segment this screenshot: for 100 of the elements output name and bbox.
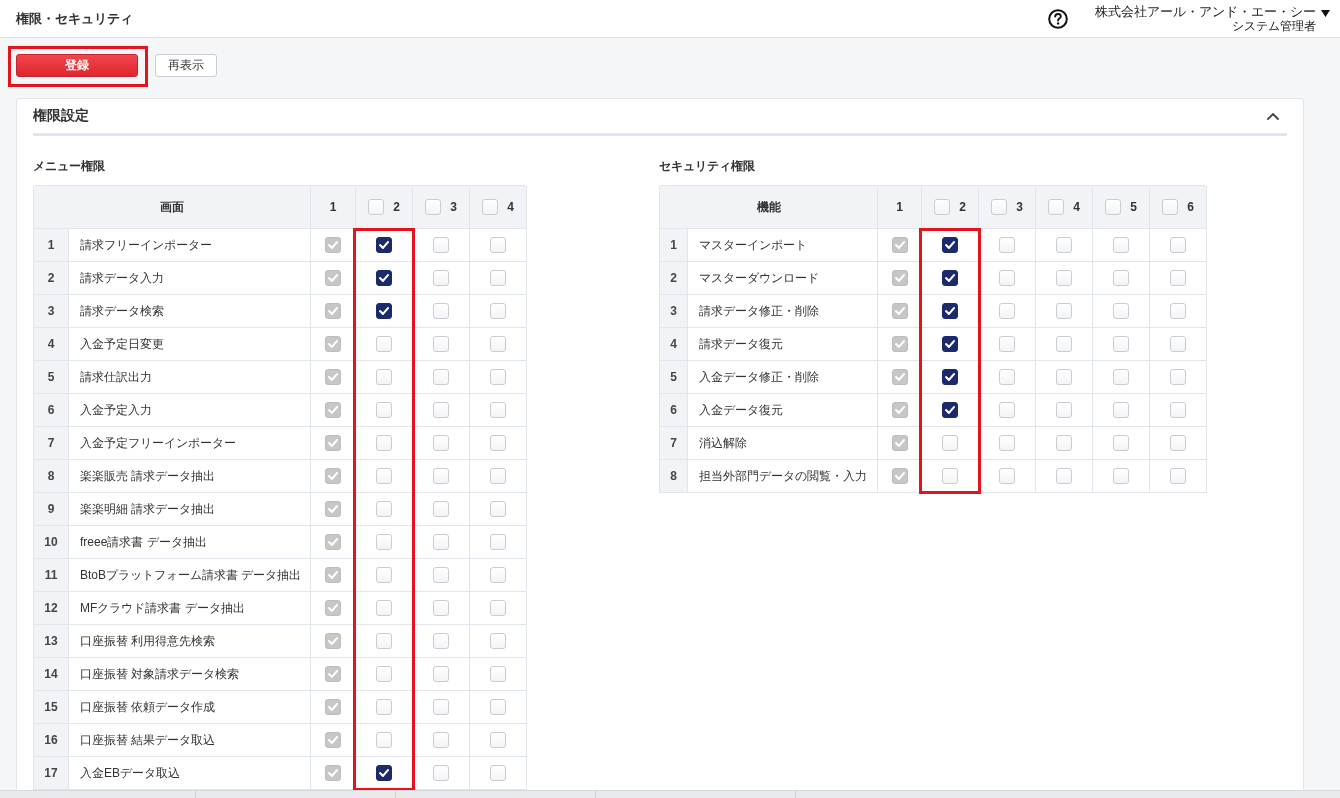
checkbox[interactable] — [942, 336, 958, 352]
column-header: 画面 — [34, 186, 311, 229]
header-checkbox[interactable] — [482, 199, 499, 215]
row-number: 15 — [34, 691, 69, 724]
row-number: 11 — [34, 559, 69, 592]
row-number: 5 — [660, 361, 688, 394]
row-number: 5 — [34, 361, 69, 394]
checkbox[interactable] — [942, 270, 958, 286]
register-button[interactable]: 登録 — [16, 54, 138, 77]
row-number: 7 — [34, 427, 69, 460]
section-title: セキュリティ権限 — [659, 158, 755, 174]
checkmark-icon — [894, 340, 905, 348]
checkmark-icon — [894, 406, 905, 414]
table-cell: 請求データ復元 — [688, 328, 878, 361]
table-cell: BtoBプラットフォーム請求書 データ抽出 — [69, 559, 311, 592]
table-cell: 請求データ修正・削除 — [688, 295, 878, 328]
table-cell: 入金データ修正・削除 — [688, 361, 878, 394]
row-number: 8 — [34, 460, 69, 493]
checkmark-icon — [328, 340, 338, 348]
checkmark-icon — [894, 274, 905, 282]
checkmark-icon — [894, 241, 905, 249]
row-number: 16 — [34, 724, 69, 757]
chevron-icon[interactable] — [1267, 112, 1279, 120]
header-checkbox[interactable] — [1105, 199, 1122, 215]
table-cell: 請求仕訳出力 — [69, 361, 311, 394]
caret-icon[interactable] — [1321, 10, 1330, 17]
checkmark-icon — [328, 505, 338, 513]
reload-button[interactable]: 再表示 — [155, 54, 217, 77]
checkmark-icon — [945, 307, 955, 315]
row-number: 7 — [660, 427, 688, 460]
table-cell: 担当外部門データの閲覧・入力 — [688, 460, 878, 493]
checkmark-icon — [379, 307, 389, 315]
column-header: 1 — [311, 186, 356, 229]
checkmark-icon — [328, 274, 338, 282]
table-cell: 口座振替 結果データ取込 — [69, 724, 311, 757]
checkmark-icon — [945, 274, 955, 282]
checkmark-icon — [379, 241, 389, 249]
row-number: 12 — [34, 592, 69, 625]
checkmark-icon — [328, 538, 338, 546]
row-number: 6 — [660, 394, 688, 427]
checkmark-icon — [945, 373, 955, 381]
checkbox[interactable] — [376, 270, 392, 286]
checkmark-icon — [945, 340, 955, 348]
row-number: 6 — [34, 394, 69, 427]
header-checkbox[interactable] — [425, 199, 442, 215]
checkbox[interactable] — [942, 369, 958, 385]
column-label: 4 — [507, 200, 514, 214]
checkmark-icon — [328, 736, 338, 744]
checkmark-icon — [328, 472, 338, 480]
checkmark-icon — [328, 703, 338, 711]
table-cell: 入金予定フリーインポーター — [69, 427, 311, 460]
checkmark-icon — [328, 406, 338, 414]
row-number: 13 — [34, 625, 69, 658]
checkmark-icon — [328, 439, 338, 447]
user-role: システム管理者 — [1232, 18, 1316, 34]
table-cell: 請求データ入力 — [69, 262, 311, 295]
column-label: 3 — [1016, 200, 1023, 214]
panel-title: 権限設定 — [33, 107, 89, 125]
checkbox[interactable] — [942, 237, 958, 253]
checkbox[interactable] — [942, 402, 958, 418]
company-name: 株式会社アール・アンド・エー・シー — [1095, 3, 1316, 19]
header-checkbox[interactable] — [1048, 199, 1065, 215]
header-checkbox[interactable] — [934, 199, 951, 215]
checkbox[interactable] — [942, 303, 958, 319]
checkbox[interactable] — [376, 303, 392, 319]
header-checkbox[interactable] — [1162, 199, 1179, 215]
table-cell: 口座振替 利用得意先検索 — [69, 625, 311, 658]
row-number: 14 — [34, 658, 69, 691]
page-title: 権限・セキュリティ — [16, 9, 133, 28]
table-cell: 口座振替 依頼データ作成 — [69, 691, 311, 724]
help-icon[interactable] — [1048, 8, 1068, 29]
checkmark-icon — [328, 373, 338, 381]
row-number: 8 — [660, 460, 688, 493]
column-label: 4 — [1073, 200, 1080, 214]
checkmark-icon — [379, 769, 389, 777]
checkmark-icon — [328, 769, 338, 777]
row-number: 3 — [34, 295, 69, 328]
row-number: 1 — [660, 229, 688, 262]
header-checkbox[interactable] — [368, 199, 385, 215]
table-cell: 入金データ復元 — [688, 394, 878, 427]
row-number: 17 — [34, 757, 69, 790]
row-number: 4 — [660, 328, 688, 361]
checkmark-icon — [328, 637, 338, 645]
row-number: 2 — [660, 262, 688, 295]
table-cell: 入金予定日変更 — [69, 328, 311, 361]
checkbox[interactable] — [376, 237, 392, 253]
column-label: 3 — [450, 200, 457, 214]
column-label: 2 — [959, 200, 966, 214]
column-label: 5 — [1130, 200, 1137, 214]
table-cell: 楽楽販売 請求データ抽出 — [69, 460, 311, 493]
table-cell: 口座振替 対象請求データ検索 — [69, 658, 311, 691]
table-cell: マスターダウンロード — [688, 262, 878, 295]
row-number: 2 — [34, 262, 69, 295]
checkmark-icon — [379, 274, 389, 282]
checkmark-icon — [894, 472, 905, 480]
header-checkbox[interactable] — [991, 199, 1008, 215]
column-header: 1 — [878, 186, 922, 229]
table-cell: MFクラウド請求書 データ抽出 — [69, 592, 311, 625]
table-cell: マスターインポート — [688, 229, 878, 262]
checkbox[interactable] — [376, 765, 392, 781]
